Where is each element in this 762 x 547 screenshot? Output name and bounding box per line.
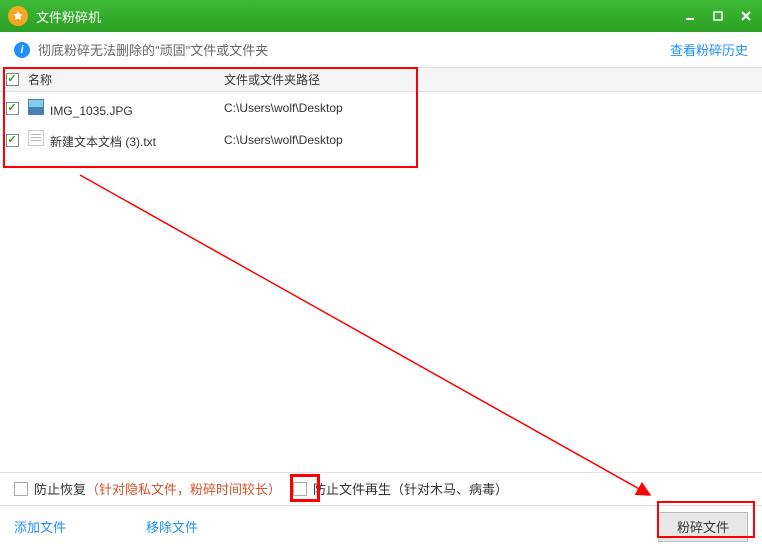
file-name: IMG_1035.JPG — [50, 104, 133, 118]
table-row[interactable]: IMG_1035.JPG C:\Users\wolf\Desktop — [0, 92, 762, 124]
options-bar: 防止恢复 （针对隐私文件，粉碎时间较长） 防止文件再生（针对木马、病毒） — [0, 472, 762, 504]
prevent-regen-option: 防止文件再生（针对木马、病毒） — [293, 479, 508, 498]
add-files-link[interactable]: 添加文件 — [14, 517, 66, 536]
shred-button[interactable]: 粉碎文件 — [658, 512, 748, 542]
prevent-regen-label: 防止文件再生（针对木马、病毒） — [313, 479, 508, 498]
row-checkbox[interactable] — [6, 102, 19, 115]
list-header: 名称 文件或文件夹路径 — [0, 68, 762, 92]
minimize-button[interactable] — [682, 8, 698, 24]
info-bar: i 彻底粉碎无法删除的"顽固"文件或文件夹 查看粉碎历史 — [0, 32, 762, 68]
file-name-cell: 新建文本文档 (3).txt — [24, 130, 220, 150]
file-path-cell: C:\Users\wolf\Desktop — [220, 101, 762, 115]
titlebar: 文件粉碎机 — [0, 0, 762, 32]
prevent-regen-checkbox[interactable] — [293, 482, 307, 496]
remove-files-link[interactable]: 移除文件 — [146, 517, 198, 536]
file-name-cell: IMG_1035.JPG — [24, 99, 220, 118]
row-checkbox[interactable] — [6, 134, 19, 147]
prevent-recover-option: 防止恢复 （针对隐私文件，粉碎时间较长） — [14, 479, 281, 498]
table-row[interactable]: 新建文本文档 (3).txt C:\Users\wolf\Desktop — [0, 124, 762, 156]
window-title: 文件粉碎机 — [36, 7, 682, 26]
text-file-icon — [28, 130, 44, 146]
file-list: 名称 文件或文件夹路径 IMG_1035.JPG C:\Users\wolf\De… — [0, 68, 762, 156]
file-name: 新建文本文档 (3).txt — [50, 135, 156, 149]
app-icon — [8, 6, 28, 26]
image-file-icon — [28, 99, 44, 115]
select-all-checkbox[interactable] — [6, 73, 19, 86]
prevent-recover-label: 防止恢复 — [34, 479, 86, 498]
column-name-header[interactable]: 名称 — [24, 71, 220, 88]
file-path-cell: C:\Users\wolf\Desktop — [220, 133, 762, 147]
maximize-button[interactable] — [710, 8, 726, 24]
info-text: 彻底粉碎无法删除的"顽固"文件或文件夹 — [38, 40, 670, 59]
info-icon: i — [14, 42, 30, 58]
window-controls — [682, 8, 754, 24]
history-link[interactable]: 查看粉碎历史 — [670, 40, 748, 59]
bottom-bar: 添加文件 移除文件 粉碎文件 — [0, 505, 762, 547]
prevent-recover-checkbox[interactable] — [14, 482, 28, 496]
close-button[interactable] — [738, 8, 754, 24]
column-path-header[interactable]: 文件或文件夹路径 — [220, 71, 762, 88]
prevent-recover-note: （针对隐私文件，粉碎时间较长） — [86, 479, 281, 498]
